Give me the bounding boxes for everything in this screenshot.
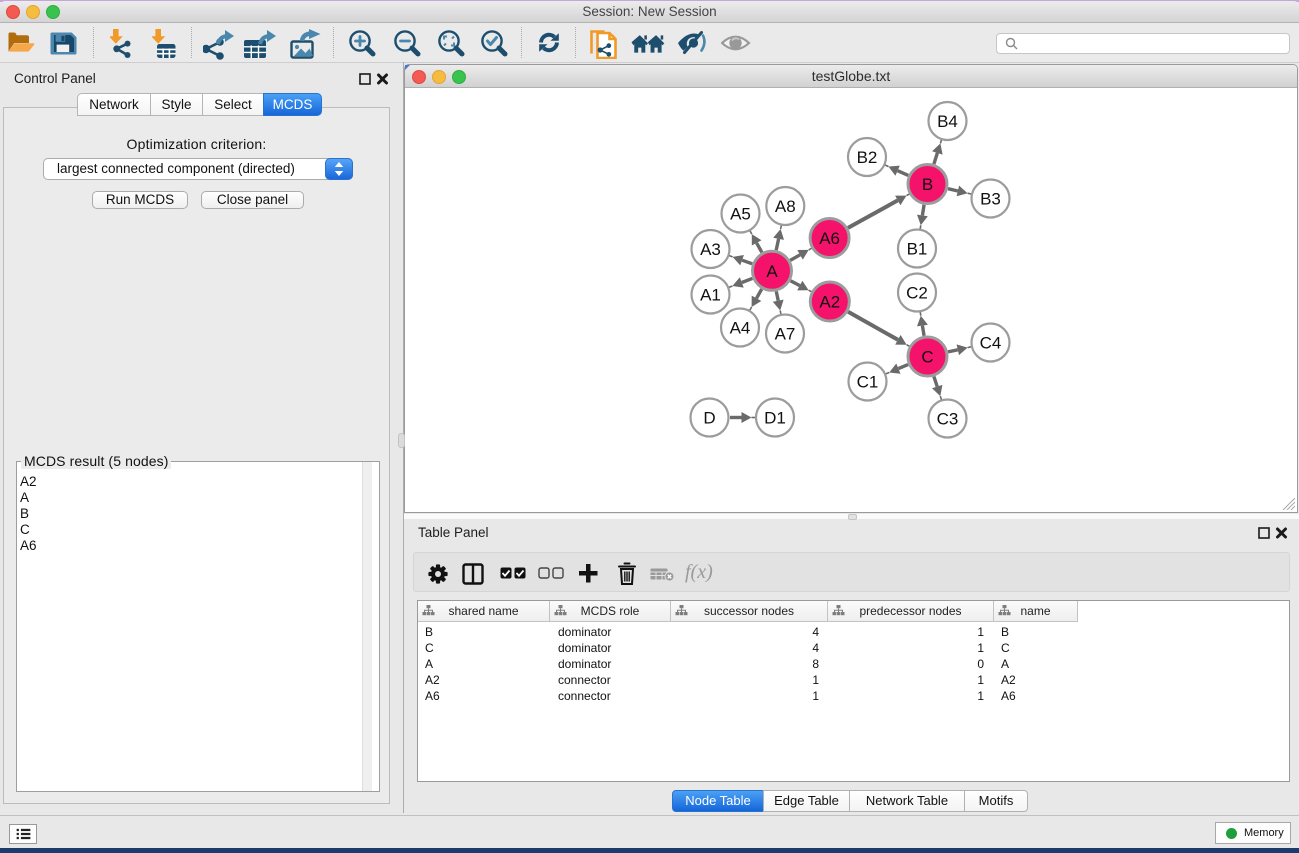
- svg-text:A8: A8: [775, 197, 796, 216]
- svg-text:C2: C2: [906, 284, 928, 303]
- svg-text:C4: C4: [980, 334, 1002, 353]
- svg-text:D: D: [703, 409, 715, 428]
- svg-text:A6: A6: [819, 229, 840, 248]
- svg-text:A3: A3: [700, 240, 721, 259]
- svg-text:C3: C3: [937, 410, 959, 429]
- svg-text:C1: C1: [857, 373, 879, 392]
- svg-text:B1: B1: [907, 240, 928, 259]
- svg-text:C: C: [921, 348, 933, 367]
- svg-text:A2: A2: [819, 293, 840, 312]
- svg-text:B3: B3: [980, 190, 1001, 209]
- svg-text:B2: B2: [857, 148, 878, 167]
- svg-text:A4: A4: [730, 319, 751, 338]
- svg-text:A5: A5: [730, 205, 751, 224]
- svg-text:D1: D1: [764, 409, 786, 428]
- svg-text:A1: A1: [700, 286, 721, 305]
- svg-text:A: A: [766, 262, 778, 281]
- svg-text:A7: A7: [775, 325, 796, 344]
- svg-text:B: B: [922, 175, 933, 194]
- svg-text:B4: B4: [937, 112, 958, 131]
